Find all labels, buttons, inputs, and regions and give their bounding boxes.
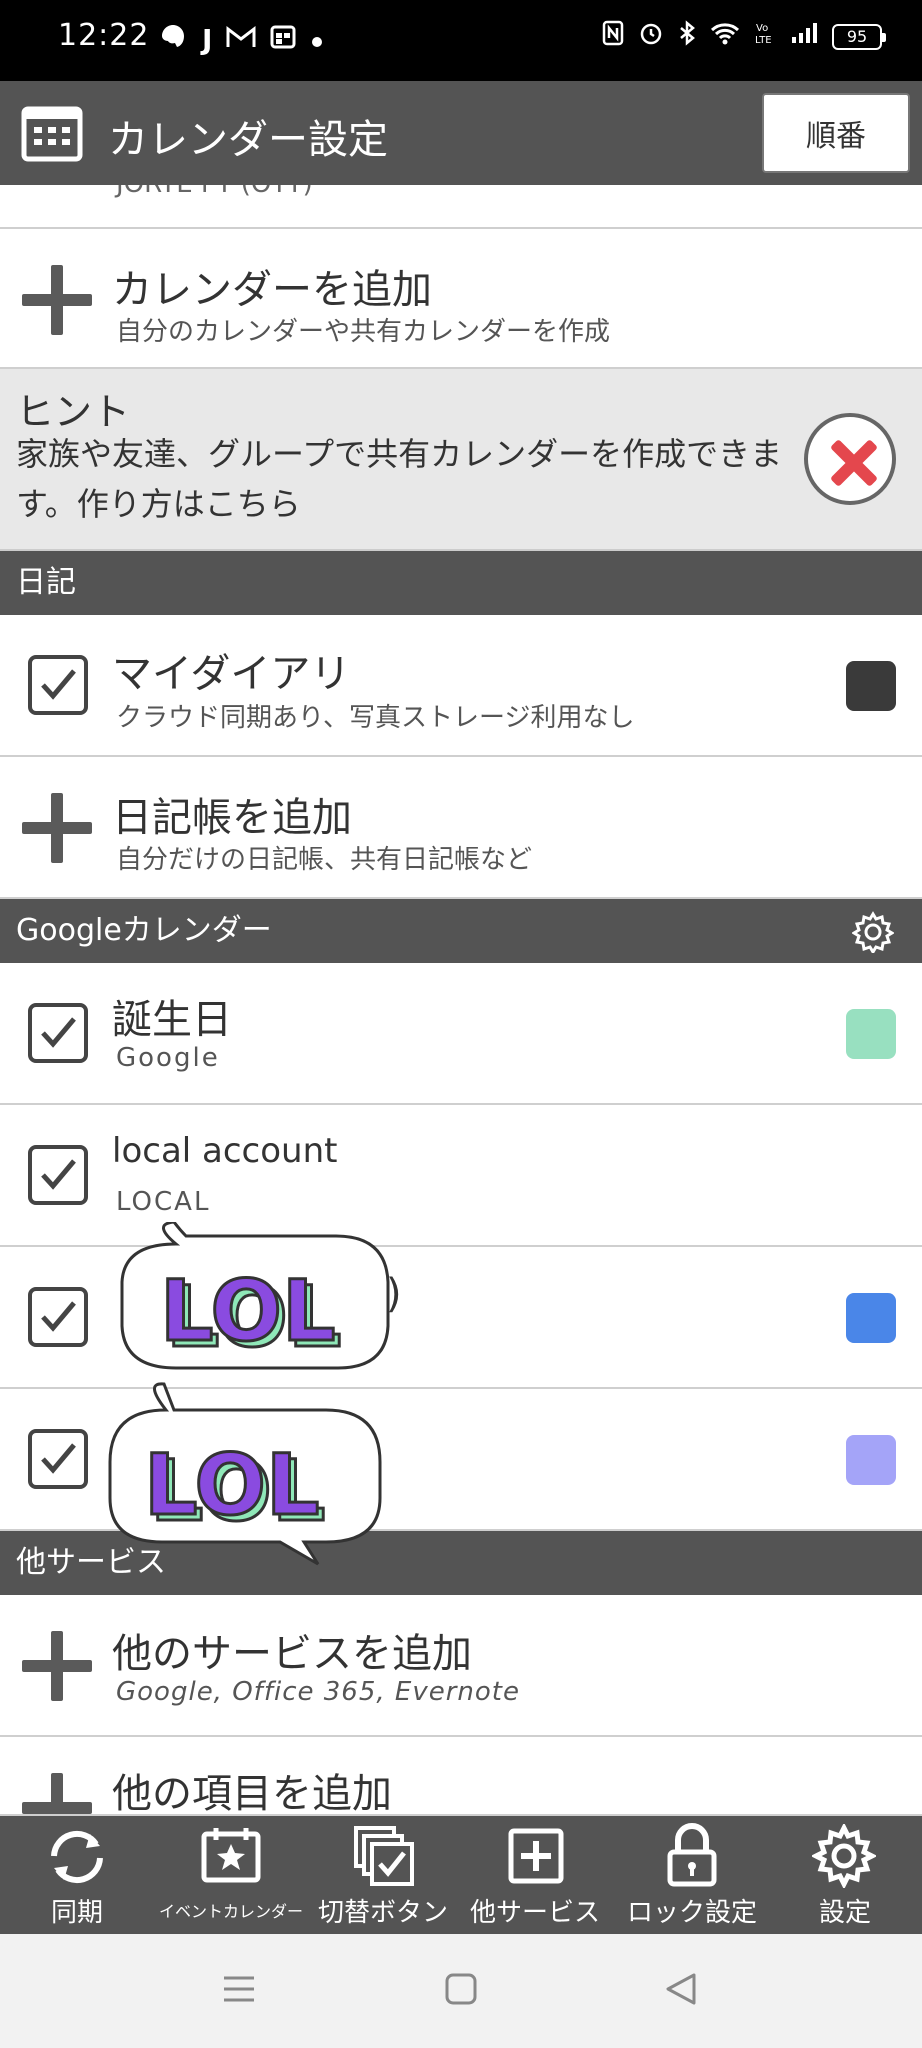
nav-settings-button[interactable]: 設定	[790, 1816, 900, 1934]
nav-other-services-button[interactable]: 他サービス	[470, 1816, 600, 1934]
volte-icon: Vo LTE	[754, 20, 776, 53]
nav-event-calendar-button[interactable]: イベントカレンダー	[156, 1816, 306, 1934]
dot-icon	[310, 23, 324, 56]
svg-text:Vo: Vo	[756, 23, 768, 34]
check-icon	[41, 1443, 76, 1474]
lol-sticker-2: LOL LOL	[104, 1370, 386, 1566]
nav-sync-button[interactable]: 同期	[18, 1816, 136, 1934]
color-swatch-hidden-2[interactable]	[846, 1435, 896, 1485]
add-service-title: 他のサービスを追加	[112, 1631, 472, 1677]
add-diary-title: 日記帳を追加	[112, 795, 352, 841]
checkbox-local-account[interactable]	[28, 1145, 88, 1205]
partial-row-text: JORTE PT (OTT)	[116, 185, 313, 199]
order-button[interactable]: 順番	[762, 93, 910, 173]
add-item-title: 他の項目を追加	[112, 1771, 392, 1816]
event-calendar-icon	[200, 1826, 262, 1888]
add-calendar-title: カレンダーを追加	[112, 267, 432, 313]
add-service-row[interactable]: 他のサービスを追加 Google, Office 365, Evernote	[0, 1595, 922, 1737]
switch-icon	[352, 1824, 416, 1892]
google-section-title: Googleカレンダー	[16, 913, 272, 948]
check-icon	[41, 1017, 76, 1048]
add-calendar-row[interactable]: カレンダーを追加 自分のカレンダーや共有カレンダーを作成	[0, 229, 922, 369]
birthday-subtitle: Google	[116, 1043, 220, 1073]
calendar-icon	[20, 103, 84, 163]
alarm-icon	[638, 20, 664, 53]
plus-icon	[22, 1631, 92, 1701]
add-service-subtitle: Google, Office 365, Evernote	[116, 1677, 520, 1707]
nav-lock-settings-label: ロック設定	[626, 1898, 758, 1928]
bottom-toolbar: 同期 イベントカレンダー 切替ボタン 他サービス ロック設定 設定	[0, 1816, 922, 1934]
home-icon[interactable]	[444, 1972, 478, 2010]
section-header-diary: 日記	[0, 551, 922, 615]
check-icon	[41, 1301, 76, 1332]
list-item-partial[interactable]: JORTE PT (OTT)	[0, 185, 922, 229]
nav-switch-button[interactable]: 切替ボタン	[318, 1816, 448, 1934]
nav-sync-label: 同期	[50, 1898, 104, 1928]
status-left-icons: J	[158, 22, 324, 57]
nfc-icon	[602, 20, 624, 53]
lol-sticker-1: LOL LOL	[116, 1220, 394, 1392]
plus-icon	[22, 1773, 92, 1814]
svg-text:LTE: LTE	[755, 35, 772, 46]
checkbox-my-diary[interactable]	[28, 655, 88, 715]
nav-other-services-label: 他サービス	[469, 1898, 601, 1928]
notification-icon	[158, 22, 188, 57]
status-bar: 12:22 J Vo LTE 95	[0, 0, 922, 81]
plus-icon	[22, 793, 92, 863]
calendar-app-icon	[270, 23, 296, 56]
back-icon[interactable]	[664, 1972, 698, 2010]
system-nav-bar	[0, 1934, 922, 2048]
add-calendar-subtitle: 自分のカレンダーや共有カレンダーを作成	[116, 317, 611, 347]
checkbox-birthday[interactable]	[28, 1003, 88, 1063]
menu-icon[interactable]	[222, 1972, 256, 2010]
local-account-subtitle: LOCAL	[116, 1187, 211, 1217]
gmail-icon	[226, 23, 256, 56]
add-diary-subtitle: 自分だけの日記帳、共有日記帳など	[116, 845, 533, 875]
j-icon: J	[202, 23, 213, 56]
page-title: カレンダー設定	[108, 117, 388, 163]
status-right-icons: Vo LTE 95	[602, 20, 886, 53]
nav-settings-label: 設定	[818, 1898, 872, 1928]
signal-icon	[790, 21, 818, 52]
app-bar: カレンダー設定 順番	[0, 81, 922, 185]
check-icon	[41, 1159, 76, 1190]
hint-panel[interactable]: ヒント 家族や友達、グループで共有カレンダーを作成できます。作り方はこちら	[0, 369, 922, 551]
sync-icon	[44, 1826, 110, 1892]
battery-level: 95	[846, 27, 868, 46]
diary-row-my-diary[interactable]: マイダイアリ クラウド同期あり、写真ストレージ利用なし	[0, 615, 922, 757]
hint-body[interactable]: 家族や友達、グループで共有カレンダーを作成できます。作り方はこちら	[16, 429, 786, 529]
google-row-birthday[interactable]: 誕生日 Google	[0, 963, 922, 1105]
hint-title: ヒント	[16, 390, 131, 434]
add-item-row[interactable]: 他の項目を追加	[0, 1737, 922, 1816]
add-service-icon	[508, 1828, 564, 1888]
nav-lock-settings-button[interactable]: ロック設定	[622, 1816, 762, 1934]
gear-icon	[810, 1822, 878, 1892]
local-account-title: local account	[112, 1131, 338, 1171]
section-header-google: Googleカレンダー	[0, 899, 922, 963]
nav-event-calendar-label: イベントカレンダー	[158, 1902, 304, 1921]
color-swatch-birthday[interactable]	[846, 1009, 896, 1059]
plus-icon	[22, 265, 92, 335]
my-diary-subtitle: クラウド同期あり、写真ストレージ利用なし	[116, 703, 635, 733]
nav-switch-label: 切替ボタン	[317, 1898, 449, 1928]
lock-icon	[666, 1822, 718, 1892]
lol-text: LOL	[144, 1436, 319, 1534]
battery-icon: 95	[832, 23, 886, 50]
lol-text: LOL	[160, 1262, 335, 1360]
checkbox-hidden-1[interactable]	[28, 1287, 88, 1347]
close-hint-button[interactable]	[804, 413, 896, 505]
my-diary-title: マイダイアリ	[112, 651, 351, 697]
checkbox-hidden-2[interactable]	[28, 1429, 88, 1489]
screen: 12:22 J Vo LTE 95 カレンダー設定 順番 カレンダーを追加 自分…	[0, 0, 922, 2048]
check-icon	[41, 669, 76, 700]
color-swatch-my-diary[interactable]	[846, 661, 896, 711]
color-swatch-hidden-1[interactable]	[846, 1293, 896, 1343]
bluetooth-icon	[678, 20, 696, 53]
birthday-title: 誕生日	[112, 997, 232, 1043]
status-time: 12:22	[58, 18, 150, 53]
add-diary-row[interactable]: 日記帳を追加 自分だけの日記帳、共有日記帳など	[0, 757, 922, 899]
wifi-icon	[710, 21, 740, 52]
